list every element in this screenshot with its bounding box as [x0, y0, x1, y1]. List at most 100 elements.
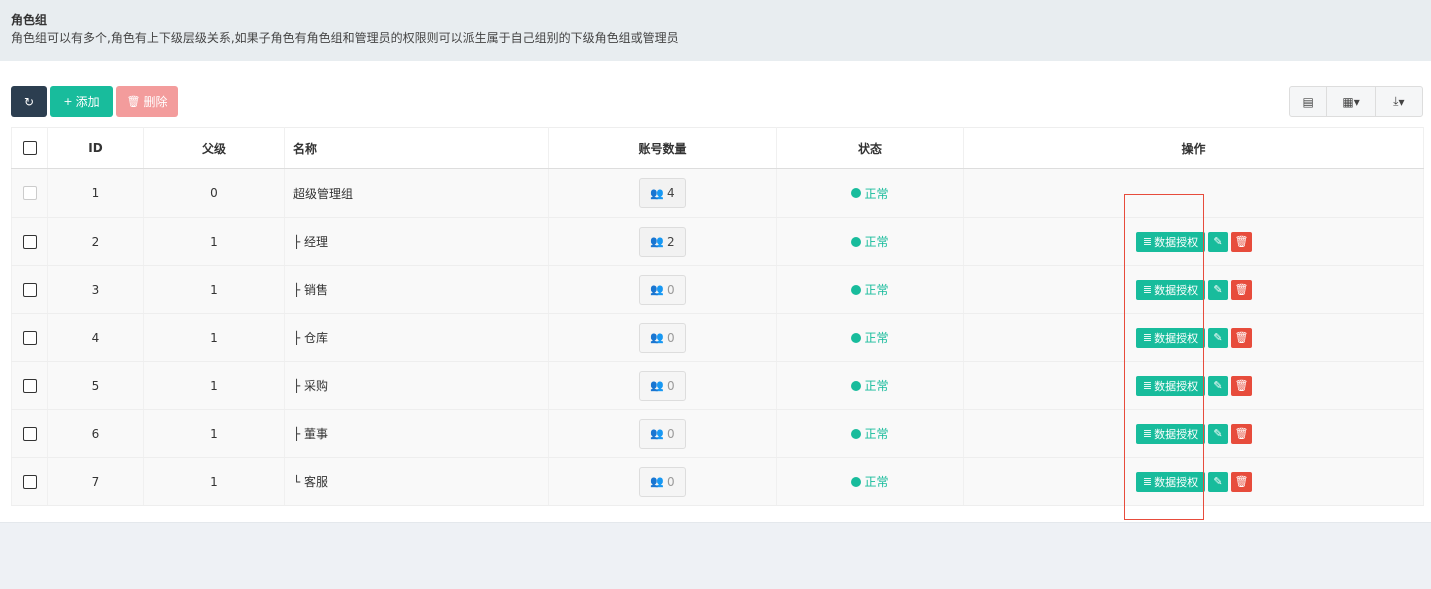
cell-name: 超级管理组: [284, 168, 549, 218]
row-select-cell[interactable]: [11, 313, 48, 362]
row-delete-button[interactable]: 🗑: [1231, 327, 1252, 348]
status-badge: 正常: [851, 185, 889, 202]
select-all-checkbox[interactable]: [22, 141, 37, 156]
role-group-table: ID 父级 名称 账号数量 状态 操作 1 0 超级管理组 👥 4 正常 2 1 ├ 经理 👥 2 正…: [11, 127, 1424, 506]
cell-name: ├ 采购: [284, 361, 549, 410]
cell-operations: ≣ 数据授权 ✎ 🗑: [963, 265, 1424, 314]
row-checkbox[interactable]: [22, 474, 37, 489]
account-count: 0: [667, 426, 675, 441]
toggle-view-button[interactable]: ▤: [1290, 87, 1328, 116]
row-select-cell[interactable]: [11, 217, 48, 266]
table-row[interactable]: 3 1 ├ 销售 👥 0 正常 ≣ 数据授权 ✎ 🗑: [11, 265, 1424, 314]
row-checkbox[interactable]: [22, 282, 37, 297]
export-dropdown[interactable]: ⤓ ▾: [1376, 87, 1422, 116]
cell-id: 3: [47, 265, 144, 314]
data-authorize-button[interactable]: ≣ 数据授权: [1136, 231, 1205, 252]
table-row[interactable]: 2 1 ├ 经理 👥 2 正常 ≣ 数据授权 ✎ 🗑: [11, 217, 1424, 266]
cell-accounts: 👥 0: [548, 265, 777, 314]
row-checkbox[interactable]: [22, 234, 37, 249]
row-select-cell[interactable]: [11, 361, 48, 410]
status-badge: 正常: [851, 281, 889, 298]
table-row[interactable]: 5 1 ├ 采购 👥 0 正常 ≣ 数据授权 ✎ 🗑: [11, 361, 1424, 410]
row-delete-button[interactable]: 🗑: [1231, 375, 1252, 396]
header-status[interactable]: 状态: [776, 127, 964, 169]
data-authorize-button[interactable]: ≣ 数据授权: [1136, 471, 1205, 492]
cell-id: 5: [47, 361, 144, 410]
row-select-cell[interactable]: [11, 168, 48, 218]
header-parent[interactable]: 父级: [143, 127, 285, 169]
caret-down-icon: ▾: [1353, 94, 1360, 109]
header-id[interactable]: ID: [47, 127, 144, 169]
table-row[interactable]: 6 1 ├ 董事 👥 0 正常 ≣ 数据授权 ✎ 🗑: [11, 409, 1424, 458]
edit-button[interactable]: ✎: [1208, 231, 1228, 252]
table-header-row: ID 父级 名称 账号数量 状态 操作: [11, 127, 1424, 169]
select-all-cell[interactable]: [11, 127, 48, 169]
status-dot-icon: [851, 476, 862, 487]
page-title: 角色组: [11, 13, 48, 27]
table-row[interactable]: 4 1 ├ 仓库 👥 0 正常 ≣ 数据授权 ✎ 🗑: [11, 313, 1424, 362]
cell-id: 7: [47, 457, 144, 506]
trash-icon: 🗑: [1234, 379, 1249, 392]
cell-parent: 1: [143, 313, 285, 362]
data-authorize-button[interactable]: ≣ 数据授权: [1136, 375, 1205, 396]
row-checkbox[interactable]: [22, 330, 37, 345]
edit-button[interactable]: ✎: [1208, 279, 1228, 300]
row-delete-button[interactable]: 🗑: [1231, 471, 1252, 492]
trash-icon: 🗑: [126, 95, 141, 108]
trash-icon: 🗑: [1234, 331, 1249, 344]
users-icon: 👥: [650, 379, 665, 392]
account-count-button[interactable]: 👥 4: [639, 178, 686, 208]
refresh-button[interactable]: ↻: [11, 86, 47, 117]
database-icon: ≣: [1142, 475, 1153, 488]
trash-icon: 🗑: [1234, 427, 1249, 440]
pencil-icon: ✎: [1213, 379, 1223, 392]
account-count-button[interactable]: 👥 2: [639, 226, 686, 257]
account-count-button[interactable]: 👥 0: [639, 370, 686, 401]
row-delete-button[interactable]: 🗑: [1231, 279, 1252, 300]
database-icon: ≣: [1142, 379, 1153, 392]
data-authorize-button[interactable]: ≣ 数据授权: [1136, 279, 1205, 300]
row-select-cell[interactable]: [11, 409, 48, 458]
data-authorize-button[interactable]: ≣ 数据授权: [1136, 327, 1205, 348]
data-authorize-label: 数据授权: [1154, 427, 1199, 441]
account-count-button[interactable]: 👥 0: [639, 466, 686, 497]
account-count-button[interactable]: 👥 0: [639, 274, 686, 305]
header-name[interactable]: 名称: [284, 127, 549, 169]
pencil-icon: ✎: [1213, 427, 1223, 440]
table-row[interactable]: 1 0 超级管理组 👥 4 正常: [11, 168, 1424, 218]
cell-status: 正常: [776, 457, 964, 506]
edit-button[interactable]: ✎: [1208, 327, 1228, 348]
row-checkbox: [22, 186, 37, 201]
account-count-button[interactable]: 👥 0: [639, 322, 686, 353]
row-delete-button[interactable]: 🗑: [1231, 231, 1252, 252]
account-count-button[interactable]: 👥 0: [639, 418, 686, 449]
cell-id: 1: [47, 168, 144, 218]
row-checkbox[interactable]: [22, 426, 37, 441]
add-button[interactable]: + 添加: [50, 86, 113, 117]
cell-accounts: 👥 4: [548, 168, 777, 218]
cell-id: 2: [47, 217, 144, 266]
columns-dropdown[interactable]: ▦ ▾: [1327, 87, 1376, 116]
status-dot-icon: [851, 284, 862, 295]
status-label: 正常: [864, 379, 889, 393]
status-label: 正常: [864, 186, 889, 201]
cell-accounts: 👥 0: [548, 409, 777, 458]
data-authorize-button[interactable]: ≣ 数据授权: [1136, 423, 1205, 444]
delete-button[interactable]: 🗑 删除: [116, 86, 178, 117]
account-count: 0: [667, 474, 675, 489]
cell-operations: ≣ 数据授权 ✎ 🗑: [963, 409, 1424, 458]
cell-status: 正常: [776, 217, 964, 266]
plus-icon: +: [63, 95, 73, 108]
account-count: 0: [667, 378, 675, 393]
table-row[interactable]: 7 1 └ 客服 👥 0 正常 ≣ 数据授权 ✎ 🗑: [11, 457, 1424, 506]
row-select-cell[interactable]: [11, 457, 48, 506]
row-checkbox[interactable]: [22, 378, 37, 393]
row-delete-button[interactable]: 🗑: [1231, 423, 1252, 444]
edit-button[interactable]: ✎: [1208, 375, 1228, 396]
edit-button[interactable]: ✎: [1208, 471, 1228, 492]
cell-parent: 1: [143, 265, 285, 314]
header-accounts[interactable]: 账号数量: [548, 127, 777, 169]
cell-status: 正常: [776, 313, 964, 362]
row-select-cell[interactable]: [11, 265, 48, 314]
edit-button[interactable]: ✎: [1208, 423, 1228, 444]
